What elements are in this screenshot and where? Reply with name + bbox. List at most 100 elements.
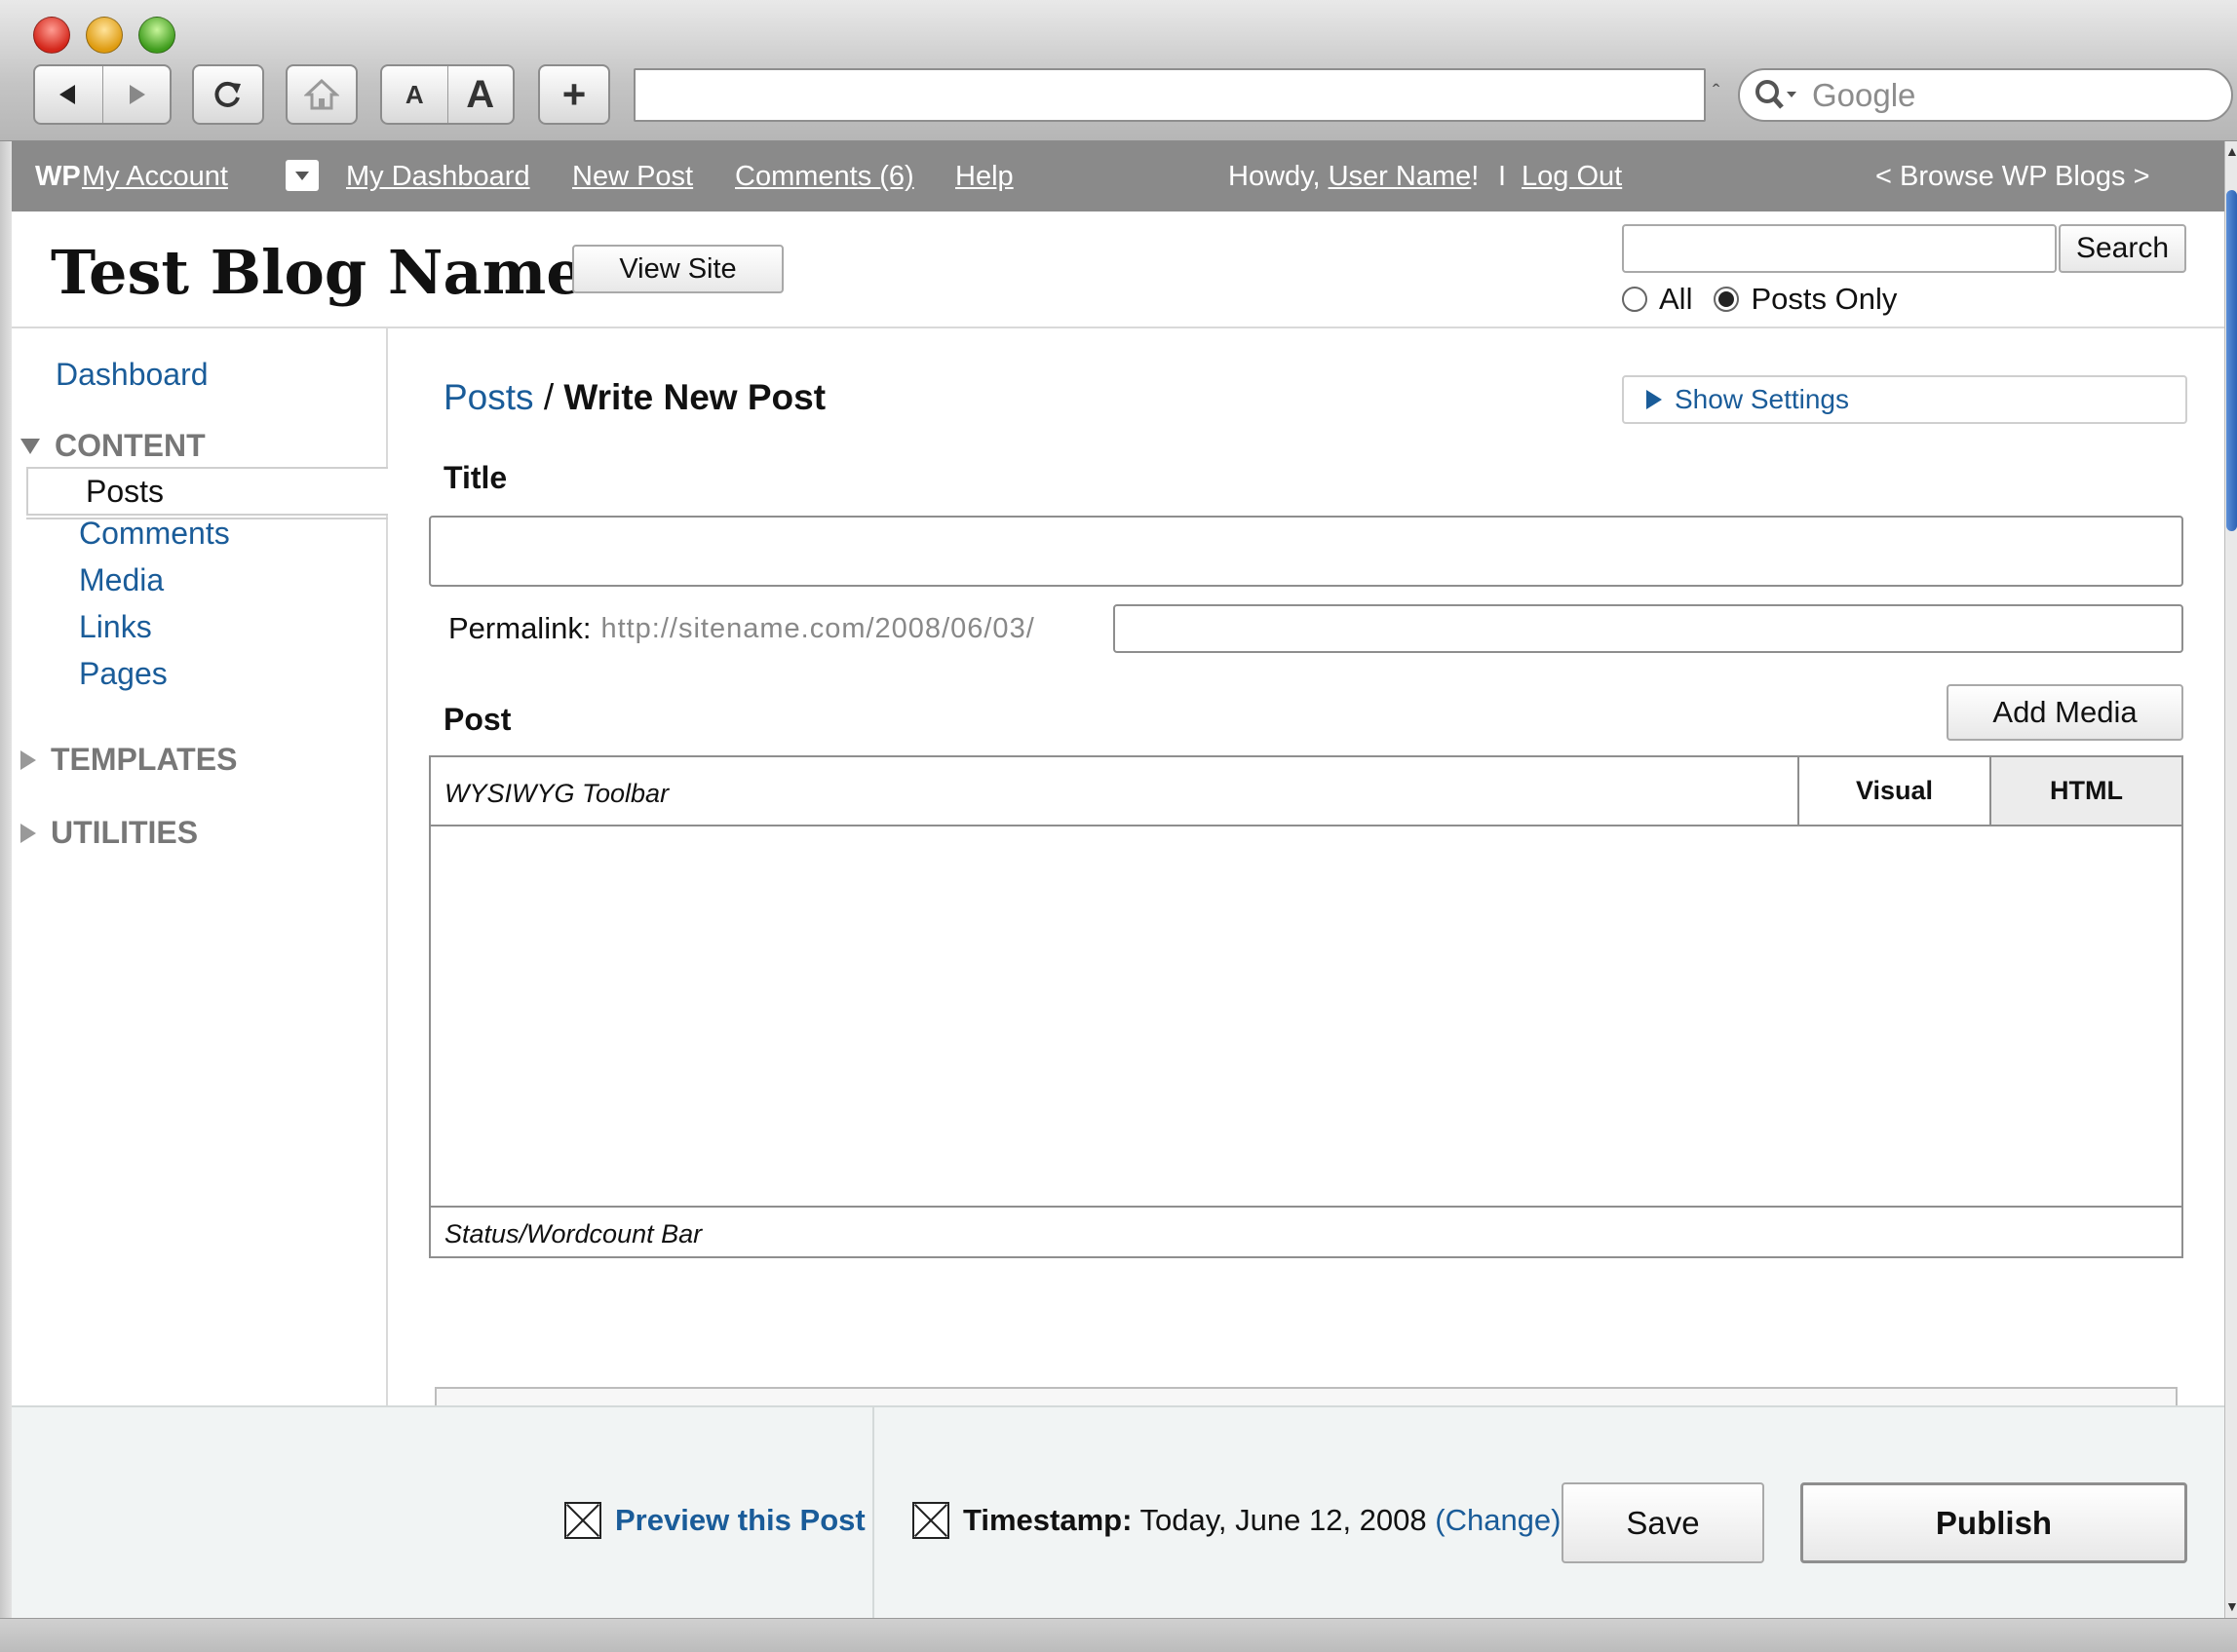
preview-post-link[interactable]: Preview this Post (564, 1502, 866, 1539)
howdy-end-text: ! (1471, 161, 1480, 192)
text-bigger-button[interactable]: A (446, 66, 514, 123)
admin-bar-separator: I (1498, 161, 1507, 192)
text-size-control: A A (380, 64, 515, 125)
reload-button[interactable] (192, 64, 264, 125)
browser-chrome: A A + ˆ Google (0, 0, 2237, 141)
back-button[interactable] (35, 66, 102, 123)
sidebar-item-comments[interactable]: Comments (79, 516, 230, 552)
wp-admin-bar: WP My Account My Dashboard New Post Comm… (12, 141, 2224, 211)
sidebar-section-templates[interactable]: TEMPLATES (19, 742, 237, 778)
vertical-scrollbar[interactable]: ▲ ▼ (2224, 141, 2237, 1618)
howdy-text: Howdy, (1228, 161, 1329, 192)
permalink-row: Permalink: http://sitename.com/2008/06/0… (448, 611, 1035, 646)
post-label: Post (444, 702, 512, 737)
tab-html[interactable]: HTML (1989, 757, 2181, 825)
comments-link[interactable]: Comments (6) (735, 161, 914, 193)
triangle-right-icon (20, 823, 36, 843)
title-input[interactable] (429, 516, 2183, 587)
sidebar-item-posts[interactable]: Posts (26, 467, 388, 516)
page-title: Write New Post (563, 377, 827, 417)
sidebar-section-utilities-label: UTILITIES (51, 815, 199, 850)
address-bar[interactable] (634, 68, 1706, 122)
text-smaller-button[interactable]: A (382, 66, 447, 123)
user-name-link[interactable]: User Name (1329, 161, 1472, 192)
preview-post-label: Preview this Post (615, 1503, 866, 1537)
sidebar-item-pages[interactable]: Pages (79, 656, 168, 692)
sidebar-section-content-label: CONTENT (55, 428, 206, 463)
help-link[interactable]: Help (955, 161, 1014, 193)
breadcrumb-separator: / (533, 377, 564, 417)
publish-action-bar: Preview this Post Timestamp: Today, June… (12, 1405, 2224, 1620)
wp-logo[interactable]: WP (35, 161, 81, 193)
site-header: Test Blog Name View Site Search All Post… (12, 211, 2224, 328)
browser-search-field[interactable]: Google (1738, 68, 2233, 122)
timestamp-icon (912, 1502, 949, 1539)
sidebar-section-templates-label: TEMPLATES (51, 742, 238, 777)
minimize-window-button[interactable] (86, 17, 123, 54)
add-media-button[interactable]: Add Media (1947, 684, 2183, 741)
chevron-down-icon (295, 172, 309, 180)
search-input[interactable] (1622, 224, 2057, 273)
search-button[interactable]: Search (2059, 224, 2186, 273)
tab-visual[interactable]: Visual (1797, 757, 1989, 825)
browse-blogs-link[interactable]: < Browse WP Blogs > (1875, 161, 2150, 193)
breadcrumb-posts-link[interactable]: Posts (444, 377, 534, 417)
sidebar-item-dashboard[interactable]: Dashboard (56, 357, 209, 393)
forward-button[interactable] (101, 66, 171, 123)
breadcrumb: Posts / Write New Post (444, 377, 826, 418)
zoom-window-button[interactable] (138, 17, 175, 54)
radio-posts-only[interactable] (1714, 287, 1740, 312)
show-settings-toggle[interactable]: Show Settings (1622, 375, 2187, 424)
timestamp-change-link[interactable]: (Change) (1435, 1503, 1561, 1537)
radio-posts-only-label: Posts Only (1751, 282, 1898, 316)
status-wordcount-label: Status/Wordcount Bar (444, 1219, 703, 1249)
permalink-slug-input[interactable] (1113, 604, 2183, 653)
title-label: Title (444, 460, 508, 495)
scroll-up-icon[interactable]: ▲ (2225, 143, 2237, 159)
home-button[interactable] (286, 64, 358, 125)
search-scope: All Posts Only (1622, 282, 1918, 317)
new-post-link[interactable]: New Post (572, 161, 693, 193)
save-button[interactable]: Save (1562, 1482, 1764, 1563)
action-bar-divider (872, 1407, 874, 1620)
close-window-button[interactable] (33, 17, 70, 54)
sidebar-item-links[interactable]: Links (79, 609, 152, 645)
status-wordcount-bar: Status/Wordcount Bar (431, 1206, 2181, 1256)
sidebar-item-media[interactable]: Media (79, 562, 164, 598)
window-controls (33, 17, 175, 54)
my-dashboard-link[interactable]: My Dashboard (346, 161, 530, 193)
post-editor: WYSIWYG Toolbar Visual HTML Status/Wordc… (429, 755, 2183, 1258)
radio-all-label: All (1659, 282, 1693, 316)
sidebar-section-utilities[interactable]: UTILITIES (19, 815, 198, 851)
search-icon (1755, 79, 1796, 109)
reload-icon (214, 81, 241, 107)
back-forward-control (33, 64, 172, 125)
log-out-link[interactable]: Log Out (1522, 161, 1622, 193)
my-account-link[interactable]: My Account (82, 161, 228, 193)
wysiwyg-toolbar-label: WYSIWYG Toolbar (444, 779, 670, 808)
timestamp-label: Timestamp: (963, 1503, 1133, 1537)
user-greeting: Howdy, User Name! (1228, 161, 1479, 193)
radio-all[interactable] (1622, 287, 1647, 312)
view-site-button[interactable]: View Site (572, 245, 784, 293)
sidebar-nav: Dashboard CONTENT Posts Comments Media L… (12, 328, 388, 1405)
triangle-down-icon (20, 438, 40, 454)
sidebar-section-content[interactable]: CONTENT (19, 428, 206, 464)
preview-icon (564, 1502, 601, 1539)
permalink-base-url: http://sitename.com/2008/06/03/ (600, 612, 1035, 644)
window-left-edge (0, 141, 12, 1618)
window-bottom-edge (0, 1618, 2237, 1652)
blog-title: Test Blog Name (51, 237, 585, 308)
scrollbar-thumb[interactable] (2226, 190, 2237, 531)
home-icon (304, 78, 339, 110)
wysiwyg-toolbar: WYSIWYG Toolbar Visual HTML (431, 757, 2181, 826)
scroll-down-icon[interactable]: ▼ (2225, 1598, 2237, 1614)
address-dropdown-icon[interactable]: ˆ (1713, 80, 1719, 105)
show-settings-label: Show Settings (1675, 384, 1849, 414)
account-dropdown-button[interactable] (286, 160, 319, 191)
add-bookmark-button[interactable]: + (538, 64, 610, 125)
triangle-right-icon (20, 749, 36, 770)
post-body-textarea[interactable] (431, 826, 2181, 1208)
forward-arrow-icon (129, 85, 145, 104)
publish-button[interactable]: Publish (1800, 1482, 2187, 1563)
